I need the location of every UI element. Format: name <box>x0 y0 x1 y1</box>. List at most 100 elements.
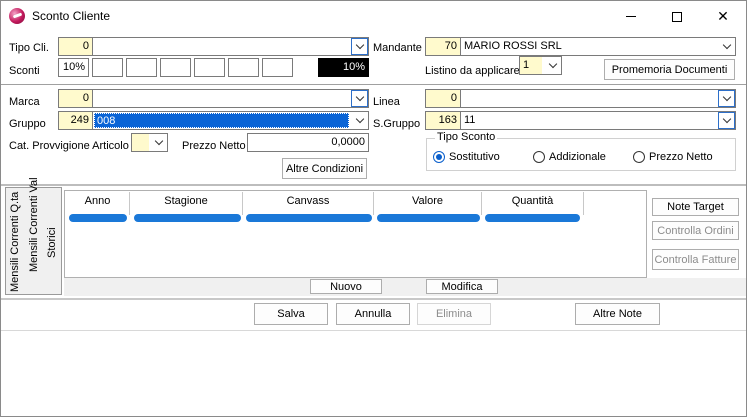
sconti-label: Sconti <box>9 65 40 77</box>
elimina-button[interactable]: Elimina <box>417 303 491 325</box>
gruppo-combo[interactable]: 008 <box>92 111 369 130</box>
chevron-down-icon <box>548 59 557 69</box>
radio-unselected-icon <box>533 151 545 163</box>
cat-provvigione-combo[interactable] <box>131 133 168 152</box>
sgruppo-value: 11 <box>464 114 476 126</box>
column-indicator <box>69 214 127 222</box>
vertical-tab-strip: Mensili Correnti Q.ta Mensili Correnti V… <box>5 177 62 295</box>
gruppo-code-input[interactable]: 249 <box>58 111 93 130</box>
sconto-1-input[interactable]: 10% <box>58 58 89 77</box>
sconto-3-input[interactable] <box>126 58 157 77</box>
maximize-button[interactable] <box>654 1 700 32</box>
linea-dropdown-button[interactable] <box>718 90 735 107</box>
sconto-6-input[interactable] <box>228 58 259 77</box>
linea-label: Linea <box>373 96 400 108</box>
app-logo-icon <box>9 8 25 24</box>
separator <box>1 84 746 85</box>
mandante-label: Mandante <box>373 42 422 54</box>
radio-addizionale-label: Addizionale <box>549 151 606 163</box>
radio-sostitutivo-label: Sostitutivo <box>449 151 500 163</box>
listino-value: 1 <box>520 57 542 74</box>
mandante-combo[interactable]: MARIO ROSSI SRL <box>460 37 736 56</box>
column-header-valore[interactable]: Valore <box>374 192 482 215</box>
maximize-icon <box>672 11 682 22</box>
window-title: Sconto Cliente <box>32 9 111 23</box>
chevron-down-icon <box>355 92 364 102</box>
marca-label: Marca <box>9 96 40 108</box>
sconto-5-input[interactable] <box>194 58 225 77</box>
sgruppo-combo[interactable]: 11 <box>460 111 736 130</box>
title-bar: Sconto Cliente ✕ <box>1 1 746 32</box>
minimize-icon <box>626 16 636 17</box>
sconto-2-input[interactable] <box>92 58 123 77</box>
sgruppo-dropdown-button[interactable] <box>718 112 735 129</box>
radio-sostitutivo[interactable]: Sostitutivo <box>433 151 500 163</box>
chevron-down-icon <box>722 114 731 124</box>
chevron-down-icon <box>722 40 731 50</box>
tipo-cli-label: Tipo Cli. <box>9 42 49 54</box>
controlla-ordini-button[interactable]: Controlla Ordini <box>652 221 739 240</box>
modifica-button[interactable]: Modifica <box>426 279 498 294</box>
note-target-button[interactable]: Note Target <box>652 198 739 216</box>
cat-provvigione-value <box>132 134 149 151</box>
column-indicator <box>377 214 480 222</box>
salva-button[interactable]: Salva <box>254 303 328 325</box>
chevron-down-icon <box>355 114 364 124</box>
tipo-cli-code-input[interactable]: 0 <box>58 37 93 56</box>
annulla-button[interactable]: Annulla <box>336 303 410 325</box>
radio-addizionale[interactable]: Addizionale <box>533 151 606 163</box>
nuovo-button[interactable]: Nuovo <box>310 279 382 294</box>
marca-combo[interactable] <box>92 89 369 108</box>
cat-provvigione-dropdown-button[interactable] <box>150 134 167 151</box>
listino-combo[interactable]: 1 <box>519 56 562 75</box>
altre-condizioni-button[interactable]: Altre Condizioni <box>282 158 367 179</box>
sconto-7-input[interactable] <box>262 58 293 77</box>
sconto-cliente-window: Sconto Cliente ✕ Tipo Cli. 0 Sconti 10% … <box>0 0 747 417</box>
mandante-dropdown-button[interactable] <box>718 38 735 55</box>
chevron-down-icon <box>355 40 364 50</box>
radio-selected-icon <box>433 151 445 163</box>
sconto-4-input[interactable] <box>160 58 191 77</box>
controlla-fatture-button[interactable]: Controlla Fatture <box>652 249 739 270</box>
altre-note-button[interactable]: Altre Note <box>575 303 660 325</box>
separator <box>1 298 746 300</box>
sconto-totale: 10% <box>318 58 369 77</box>
tab-mensili-correnti-val[interactable]: Mensili Correnti Val <box>28 177 40 272</box>
mandante-code-input[interactable]: 70 <box>425 37 461 56</box>
grid-button-bar <box>64 278 746 296</box>
promemoria-documenti-button[interactable]: Promemoria Documenti <box>604 59 735 80</box>
close-icon: ✕ <box>717 8 729 24</box>
minimize-button[interactable] <box>608 1 654 32</box>
radio-prezzo-netto-label: Prezzo Netto <box>649 151 713 163</box>
marca-dropdown-button[interactable] <box>351 90 368 107</box>
tipo-cli-dropdown-button[interactable] <box>351 38 368 55</box>
tipo-sconto-label: Tipo Sconto <box>435 131 498 143</box>
gruppo-value: 008 <box>94 113 349 128</box>
prezzo-netto-label: Prezzo Netto <box>182 140 246 152</box>
radio-prezzo-netto[interactable]: Prezzo Netto <box>633 151 713 163</box>
tab-mensili-correnti-qta[interactable]: Mensili Correnti Q.ta <box>9 192 21 292</box>
column-header-canvass[interactable]: Canvass <box>243 192 374 215</box>
tipo-cli-combo[interactable] <box>92 37 369 56</box>
separator <box>1 184 746 186</box>
column-indicator <box>246 214 372 222</box>
listino-dropdown-button[interactable] <box>544 57 561 74</box>
marca-code-input[interactable]: 0 <box>58 89 93 108</box>
sgruppo-code-input[interactable]: 163 <box>425 111 461 130</box>
radio-unselected-icon <box>633 151 645 163</box>
column-header-anno[interactable]: Anno <box>66 192 130 215</box>
column-header-quantita[interactable]: Quantità <box>482 192 584 215</box>
gruppo-label: Gruppo <box>9 118 46 130</box>
storici-grid[interactable]: Anno Stagione Canvass Valore Quantità <box>64 190 647 278</box>
column-indicator <box>485 214 580 222</box>
mandante-value: MARIO ROSSI SRL <box>464 40 562 52</box>
linea-combo[interactable] <box>460 89 736 108</box>
prezzo-netto-input[interactable]: 0,0000 <box>247 133 369 152</box>
tab-storici[interactable]: Storici <box>46 218 58 258</box>
column-header-stagione[interactable]: Stagione <box>130 192 243 215</box>
separator <box>1 330 746 331</box>
listino-label: Listino da applicare <box>425 65 520 77</box>
linea-code-input[interactable]: 0 <box>425 89 461 108</box>
gruppo-dropdown-button[interactable] <box>351 112 368 129</box>
close-button[interactable]: ✕ <box>700 1 746 32</box>
